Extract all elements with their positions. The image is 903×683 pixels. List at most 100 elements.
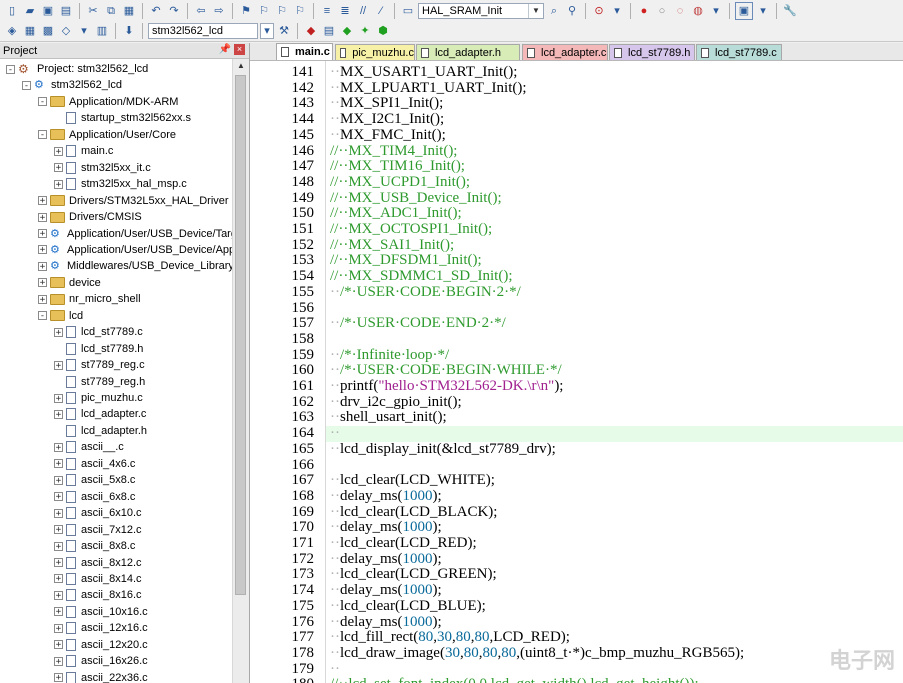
scrollbar-thumb[interactable] [235,75,246,595]
scroll-up-icon[interactable]: ▲ [233,59,249,73]
unindent-icon[interactable]: ≣ [337,3,353,19]
tree-item[interactable]: startup_stm32l562xx.s [54,110,191,126]
expand-icon[interactable]: + [54,623,63,633]
build-icon[interactable]: ▦ [22,23,38,39]
tree-item[interactable]: + ascii_6x10.c [54,505,142,521]
target-options-icon[interactable]: ⚒ [276,23,292,39]
tab-main-c[interactable]: main.c [276,43,333,60]
tree-item[interactable]: + stm32l5xx_it.c [54,160,151,176]
configure-icon[interactable]: 🔧 [782,3,798,19]
chevron-down-icon[interactable]: ▾ [609,3,625,19]
copy-icon[interactable]: ⧉ [103,3,119,19]
expand-icon[interactable]: + [54,656,63,666]
project-scrollbar[interactable]: ▲ [232,59,249,683]
tree-item[interactable]: + device [38,275,101,291]
expand-icon[interactable]: + [38,261,47,271]
tab-lcd-st7789-c[interactable]: lcd_st7789.c [696,44,782,60]
chevron-down-icon[interactable]: ▾ [260,23,274,39]
tree-item[interactable]: + ascii_16x26.c [54,653,148,669]
pin-icon[interactable]: 📌 [219,44,231,55]
expand-icon[interactable]: + [54,607,63,617]
expand-icon[interactable]: + [54,492,63,502]
tree-item[interactable]: - ⚙ Project: stm32l562_lcd [6,61,148,77]
code-editor[interactable]: 141 142 143 144 145 146 147 148 149 150 151 152 153 1… [250,61,903,683]
breakpoint-icon[interactable]: ● [636,3,652,19]
expand-icon[interactable]: + [38,196,47,206]
bookmark-clear-icon[interactable]: ⚐ [292,3,308,19]
tab-pic-muzhu-c[interactable]: pic_muzhu.c [335,44,415,60]
tree-item[interactable]: + ⚙ Middlewares/USB_Device_Library [38,258,232,274]
close-icon[interactable]: × [234,44,245,55]
debug-start-icon[interactable]: ⊙ [591,3,607,19]
tree-item[interactable]: + lcd_adapter.c [54,406,146,422]
indent-icon[interactable]: ≡ [319,3,335,19]
expand-icon[interactable]: + [38,212,47,222]
chevron-down-icon[interactable]: ▾ [76,23,92,39]
expand-icon[interactable]: + [54,590,63,600]
redo-icon[interactable]: ↷ [166,3,182,19]
tree-item[interactable]: + ascii_10x16.c [54,604,148,620]
expand-icon[interactable]: + [54,525,63,535]
incremental-find-icon[interactable]: ⚲ [564,3,580,19]
pack-installer-icon[interactable]: ✦ [357,23,373,39]
manage-components-icon[interactable]: ◆ [303,23,319,39]
tree-item[interactable]: + pic_muzhu.c [54,390,143,406]
tree-item[interactable]: + ascii_8x14.c [54,571,142,587]
uncomment-icon[interactable]: ⁄ [373,3,389,19]
tree-item[interactable]: + ascii_12x20.c [54,637,148,653]
tree-item[interactable]: + ascii_7x12.c [54,522,142,538]
breakpoint-all-icon[interactable]: ◍ [690,3,706,19]
find-icon[interactable]: ⌕ [546,3,562,19]
chevron-down-icon[interactable]: ▾ [755,3,771,19]
tree-item[interactable]: + ascii_8x8.c [54,538,135,554]
tab-lcd-st7789-h[interactable]: lcd_st7789.h [609,44,695,60]
window-layout-icon[interactable]: ▣ [735,1,753,20]
expand-icon[interactable]: + [54,459,63,469]
bookmark-next-icon[interactable]: ⚐ [274,3,290,19]
download-icon[interactable]: ⬇ [121,23,137,39]
breakpoint-kill-icon[interactable]: ◌ [672,3,688,19]
expand-icon[interactable]: + [54,558,63,568]
tree-item[interactable]: + ascii_8x12.c [54,555,142,571]
tree-item[interactable]: - lcd [38,308,83,324]
tree-item[interactable]: - Application/User/Core [38,127,176,143]
tree-item[interactable]: + ascii_12x16.c [54,620,148,636]
expand-icon[interactable]: + [38,294,47,304]
bookmark-prev-icon[interactable]: ⚐ [256,3,272,19]
expand-icon[interactable]: + [54,360,63,370]
expand-icon[interactable]: + [54,409,63,419]
tree-item[interactable]: - ⚙ stm32l562_lcd [22,77,122,93]
collapse-icon[interactable]: - [38,311,47,321]
tree-item[interactable]: lcd_adapter.h [54,423,147,439]
file-extensions-icon[interactable]: ▤ [321,23,337,39]
rte-icon[interactable]: ◆ [339,23,355,39]
tree-item[interactable]: + ascii_5x8.c [54,472,135,488]
expand-icon[interactable]: + [54,640,63,650]
batch-build-icon[interactable]: ◇ [58,23,74,39]
collapse-icon[interactable]: - [22,80,31,90]
save-all-icon[interactable]: ▤ [58,3,74,19]
expand-icon[interactable]: + [54,475,63,485]
tab-lcd-adapter-h[interactable]: lcd_adapter.h [416,44,520,60]
expand-icon[interactable]: + [54,508,63,518]
expand-icon[interactable]: + [54,673,63,683]
expand-icon[interactable]: + [38,278,47,288]
tree-item[interactable]: + ⚙ Application/User/USB_Device/App [38,242,232,258]
nav-back-icon[interactable]: ⇦ [193,3,209,19]
find-combo[interactable]: HAL_SRAM_Init ▼ [418,2,544,19]
tree-item[interactable]: + st7789_reg.c [54,357,145,373]
stop-build-icon[interactable]: ▥ [94,23,110,39]
expand-icon[interactable]: + [54,163,63,173]
expand-icon[interactable]: + [54,179,63,189]
expand-icon[interactable]: + [54,327,63,337]
translate-icon[interactable]: ◈ [4,23,20,39]
tree-item[interactable]: - Application/MDK-ARM [38,94,178,110]
expand-icon[interactable]: + [38,229,47,239]
open-folder-icon[interactable]: ▰ [22,3,38,19]
expand-icon[interactable]: + [54,146,63,156]
tree-item[interactable]: + ascii_8x16.c [54,587,142,603]
breakpoint-disable-icon[interactable]: ○ [654,3,670,19]
expand-icon[interactable]: + [54,442,63,452]
chevron-down-icon[interactable]: ▼ [528,3,543,18]
comment-icon[interactable]: // [355,3,371,19]
